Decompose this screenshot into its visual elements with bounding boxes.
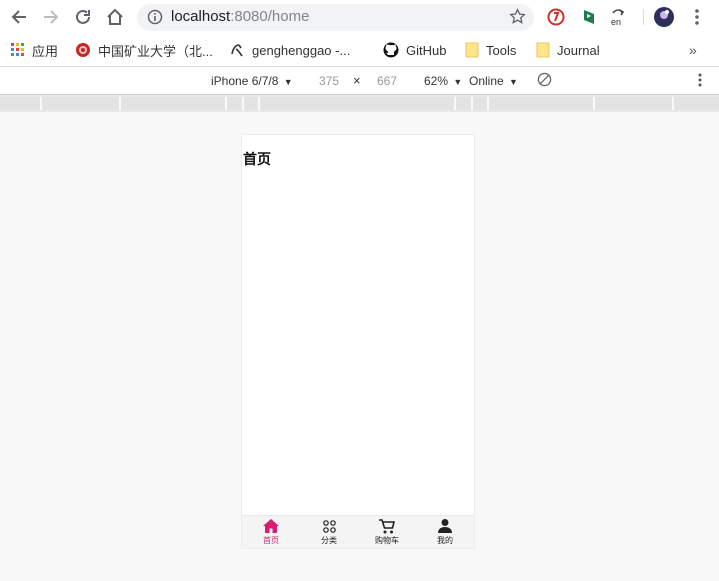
folder-icon — [536, 42, 550, 58]
bookmark-label: genghenggao -... — [252, 42, 351, 58]
tab-label: 分类 — [321, 536, 337, 545]
bookmark-label: GitHub — [406, 42, 447, 58]
tab-label: 首页 — [263, 536, 279, 545]
university-icon — [75, 42, 91, 58]
bookmarks-bar: 应用 中国矿业大学（北... genghenggao -... GitHub T… — [0, 34, 719, 67]
url-path: :8080/home — [230, 8, 310, 25]
bottom-tab-bar: 首页 分类 购物车 我的 — [242, 515, 474, 548]
github-icon — [383, 42, 399, 58]
zoom-select[interactable]: 62% ▼ — [424, 74, 462, 88]
bookmark-tools-folder[interactable]: Tools — [465, 40, 516, 60]
phone-viewport: 首页 首页 分类 购物车 我的 — [241, 134, 475, 549]
network-throttle-select[interactable]: Online ▼ — [469, 74, 518, 88]
home-button[interactable] — [104, 6, 126, 28]
browser-toolbar: localhost:8080/home en — [0, 0, 719, 34]
tab-label: 购物车 — [375, 536, 399, 545]
apps-grid-icon — [11, 43, 25, 57]
ruler-segment[interactable] — [260, 97, 456, 110]
ruler-segment[interactable] — [456, 97, 473, 110]
category-grid-icon — [322, 519, 336, 533]
svg-text:en: en — [611, 17, 621, 27]
tab-cart[interactable]: 购物车 — [358, 518, 416, 546]
tab-profile[interactable]: 我的 — [416, 518, 474, 546]
bookmark-star-icon[interactable] — [509, 8, 526, 29]
device-select[interactable]: iPhone 6/7/8 ▼ — [211, 74, 293, 88]
extension-translate-icon[interactable]: en — [609, 6, 631, 28]
rotate-button[interactable] — [537, 72, 552, 90]
folder-icon — [465, 42, 479, 58]
ruler-segment[interactable] — [244, 97, 260, 110]
devtools-more-menu-icon[interactable] — [698, 73, 702, 90]
ruler-segment[interactable] — [473, 97, 489, 110]
rotate-icon — [537, 72, 552, 87]
viewport-width-input[interactable]: 375 — [319, 74, 339, 88]
ruler-segment[interactable] — [674, 97, 719, 110]
bookmark-label: 应用 — [32, 43, 59, 59]
ruler-segment[interactable] — [595, 97, 674, 110]
bookmark-journal-folder[interactable]: Journal — [536, 40, 600, 60]
back-arrow-icon — [11, 10, 26, 24]
dropdown-arrow-icon: ▼ — [509, 77, 518, 87]
toolbar-divider — [643, 9, 644, 25]
url-host: localhost — [171, 8, 231, 25]
home-outline-icon — [107, 8, 123, 25]
page-title: 首页 — [243, 152, 271, 168]
extension-green-icon[interactable] — [578, 6, 600, 28]
ruler-segment[interactable] — [227, 97, 244, 110]
tab-home[interactable]: 首页 — [242, 518, 300, 546]
ruler-segment[interactable] — [0, 97, 42, 110]
browser-menu-icon[interactable] — [686, 6, 708, 28]
ruler-segment[interactable] — [42, 97, 121, 110]
forward-button[interactable] — [40, 6, 62, 28]
tab-category[interactable]: 分类 — [300, 518, 358, 546]
bookmark-apps[interactable]: 应用 — [11, 40, 58, 60]
dropdown-arrow-icon: ▼ — [453, 77, 463, 87]
user-icon — [438, 519, 452, 533]
chevron-double-right-icon: » — [689, 42, 697, 58]
address-bar[interactable]: localhost:8080/home — [137, 4, 534, 31]
bookmark-university[interactable]: 中国矿业大学（北... — [75, 40, 213, 60]
profile-icon — [229, 42, 245, 58]
dropdown-arrow-icon: ▼ — [283, 77, 293, 87]
bookmark-label: Journal — [557, 42, 600, 58]
bookmarks-overflow-button[interactable]: » — [689, 40, 697, 60]
cart-icon — [379, 518, 395, 533]
forward-arrow-icon — [44, 10, 59, 24]
bookmark-label: Tools — [486, 42, 517, 58]
profile-avatar[interactable] — [653, 6, 675, 28]
viewport-height-input[interactable]: 667 — [377, 74, 397, 88]
ruler-segment[interactable] — [121, 97, 227, 110]
zoom-value: 62% — [424, 74, 449, 88]
device-name: iPhone 6/7/8 — [211, 74, 279, 88]
url-text: localhost:8080/home — [171, 8, 309, 25]
tab-label: 我的 — [437, 536, 453, 545]
times-sign: × — [353, 73, 361, 88]
back-button[interactable] — [8, 6, 30, 28]
bookmark-profile[interactable]: genghenggao -... — [229, 40, 350, 60]
bookmark-label: 中国矿业大学（北... — [98, 43, 213, 59]
bookmark-github[interactable]: GitHub — [383, 40, 446, 60]
extension-red-icon[interactable] — [545, 6, 567, 28]
media-query-ruler — [0, 95, 719, 112]
device-toolbar: iPhone 6/7/8 ▼ 375 × 667 62% ▼ Online ▼ — [0, 67, 719, 95]
info-icon[interactable] — [147, 9, 163, 29]
ruler-segment[interactable] — [489, 97, 595, 110]
reload-icon — [76, 9, 90, 24]
reload-button[interactable] — [72, 6, 94, 28]
network-value: Online — [469, 74, 504, 88]
home-icon — [263, 519, 279, 533]
